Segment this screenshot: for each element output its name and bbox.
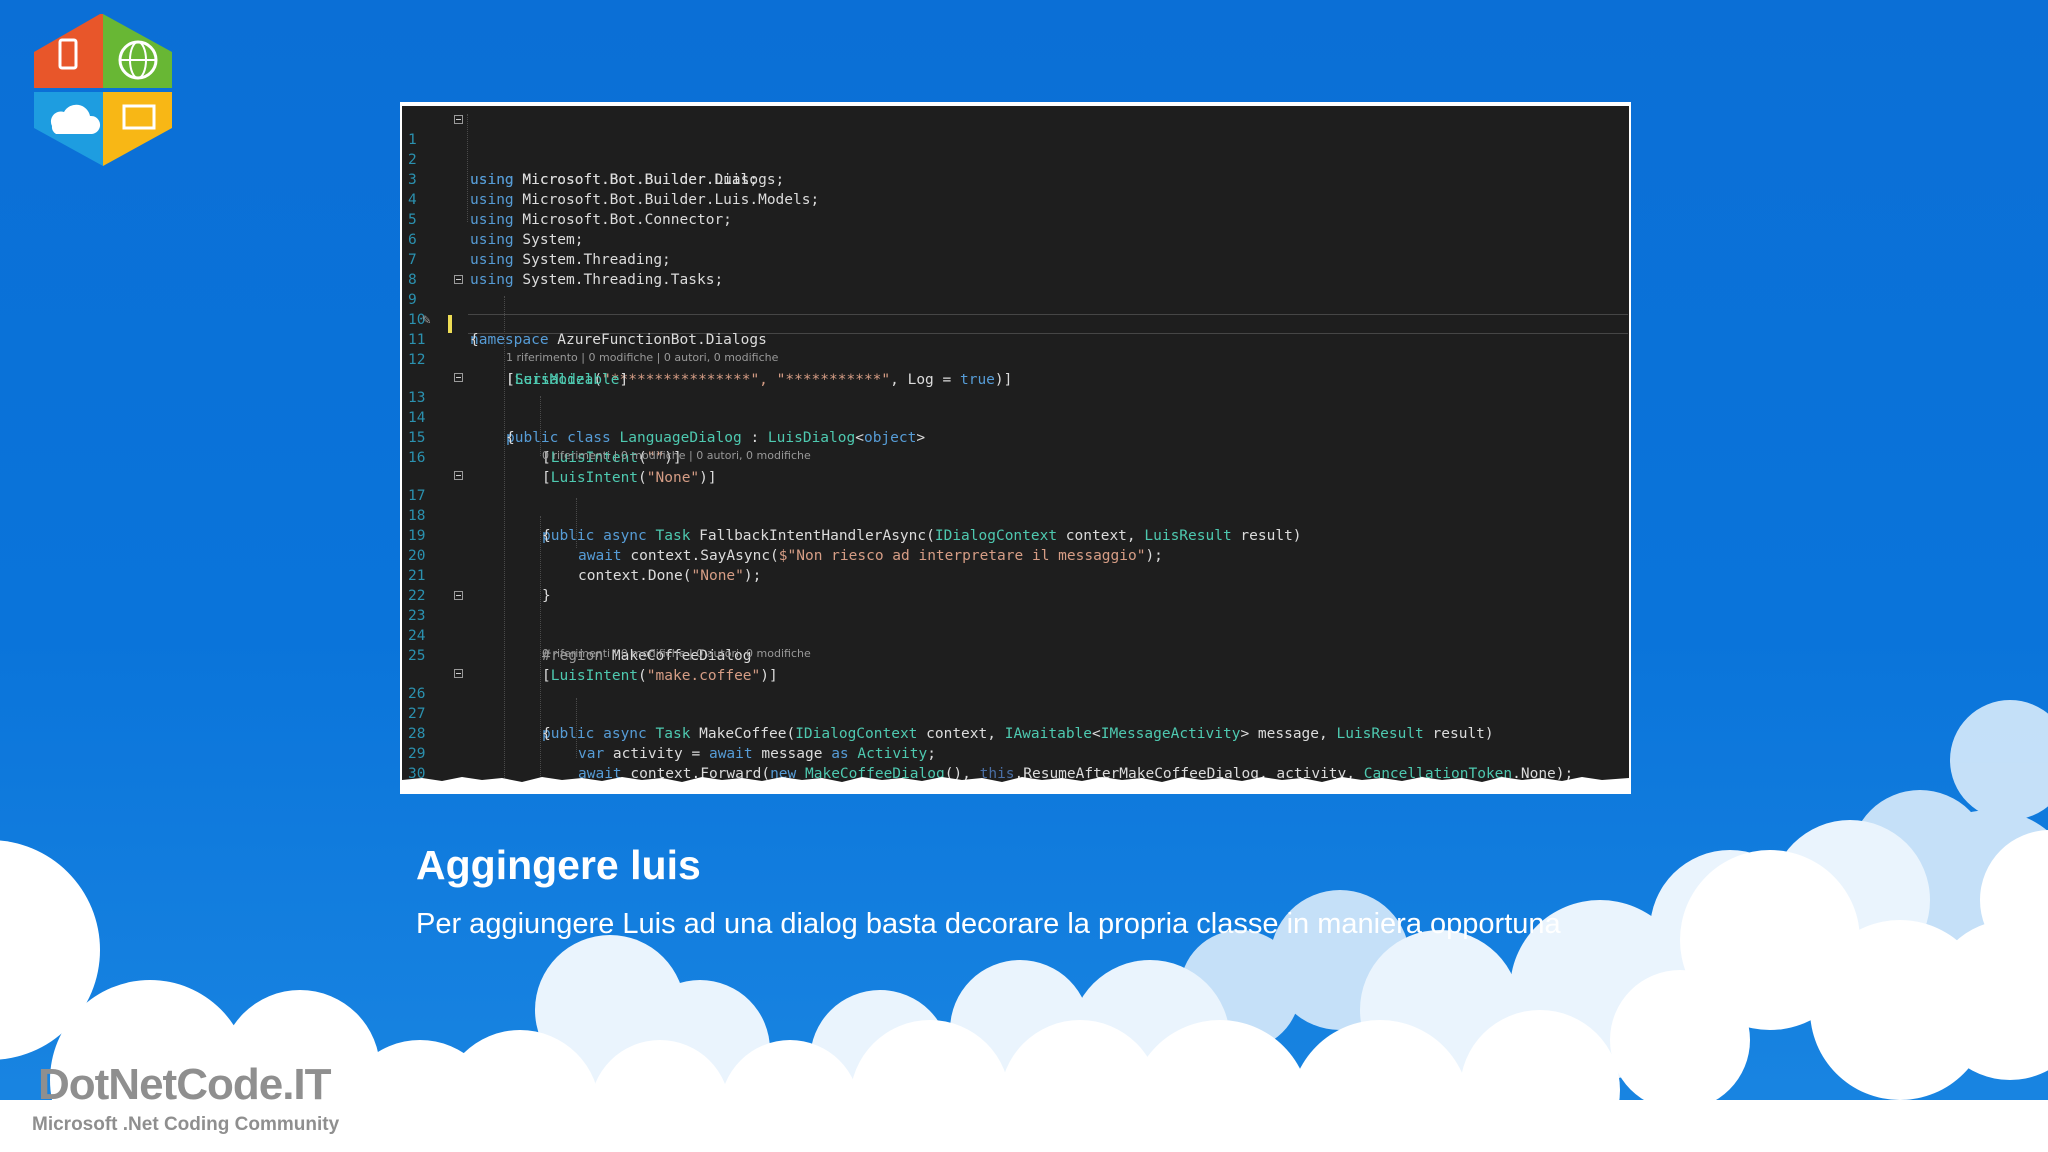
code-line-26: 26 public async Task MakeCoffee(IDialogC… — [402, 664, 1629, 742]
code-line-12: 12 [Serializable] — [402, 330, 1629, 388]
dotnetcode-logo — [34, 14, 172, 166]
code-line-15: 15 [LuisIntent("")] — [402, 408, 1629, 466]
slide-title: Aggingere luis — [416, 842, 701, 888]
code-screenshot: 1 using Microsoft.Bot.Builder.Dialogs; 2… — [400, 102, 1631, 794]
line-number: 12 — [408, 352, 426, 368]
code-line-11: 11 ✎ [LuisModel("****************", "***… — [402, 310, 1629, 388]
code-line-5: 5 using System; — [402, 190, 1629, 248]
code-line-23: 23 #region MakeCoffeeDialog — [402, 586, 1629, 664]
code-line-20: 20 context.Done("None"); — [402, 526, 1629, 584]
code-line-29: 29 await context.Forward(new MakeCoffeeD… — [402, 724, 1629, 782]
slide-subtitle: Per aggiungere Luis ad una dialog basta … — [416, 908, 1561, 940]
edit-pencil-icon[interactable]: ✎ — [422, 310, 431, 330]
collapse-icon[interactable] — [454, 669, 463, 678]
collapse-icon[interactable] — [454, 373, 463, 382]
collapse-icon[interactable] — [454, 275, 463, 284]
code-line-28: 28 var activity = await message as Activ… — [402, 704, 1629, 762]
line-number: 16 — [408, 450, 426, 466]
code-line-6: 6 using System.Threading; — [402, 210, 1629, 268]
code-line-7: 7 using System.Threading.Tasks; — [402, 230, 1629, 288]
code-line-8: 8 — [402, 250, 1629, 288]
code-line-13: 13 public class LanguageDialog : LuisDia… — [402, 368, 1629, 446]
code-line-10: 10 { — [402, 290, 1629, 348]
code-line-19: 19 await context.SayAsync($"Non riesco a… — [402, 506, 1629, 564]
codelens-info[interactable]: 0 riferimenti | 0 modifiche | 0 autori, … — [542, 449, 811, 463]
brand-tagline: Microsoft .Net Coding Community — [32, 1114, 340, 1135]
code-line-21: 21 } — [402, 546, 1629, 604]
code-line-2: 2 using Microsoft.Bot.Builder.Luis; — [402, 130, 1629, 188]
codelens-info[interactable]: 0 riferimenti | 0 modifiche | 0 autori, … — [542, 647, 811, 661]
collapse-icon[interactable] — [454, 471, 463, 480]
code-line-16: 16 [LuisIntent("None")] — [402, 428, 1629, 486]
code-line-25: 25 [LuisIntent("make.coffee")] — [402, 626, 1629, 684]
code-line-30: 30 } — [402, 744, 1629, 782]
collapse-icon[interactable] — [454, 115, 463, 124]
code-line-18: 18 { — [402, 486, 1629, 544]
brand-name: DotNetCode.IT — [38, 1060, 332, 1109]
code-line-24: 24 — [402, 606, 1629, 644]
collapse-icon[interactable] — [454, 591, 463, 600]
code-line-14: 14 { — [402, 388, 1629, 446]
logo-tile-mobile — [34, 14, 103, 88]
line-number: 25 — [408, 648, 426, 664]
code-line-22: 22 — [402, 566, 1629, 604]
torn-edge — [402, 777, 1629, 786]
code-line-27: 27 { — [402, 684, 1629, 742]
code-line-4: 4 using Microsoft.Bot.Connector; — [402, 170, 1629, 228]
code-line-3: 3 using Microsoft.Bot.Builder.Luis.Model… — [402, 150, 1629, 208]
code-line-17: 17 public async Task FallbackIntentHandl… — [402, 466, 1629, 544]
code-editor: 1 using Microsoft.Bot.Builder.Dialogs; 2… — [402, 106, 1629, 786]
code-line-1: 1 using Microsoft.Bot.Builder.Dialogs; — [402, 110, 1629, 188]
code-line-9: 9 namespace AzureFunctionBot.Dialogs — [402, 270, 1629, 348]
codelens-info[interactable]: 1 riferimento | 0 modifiche | 0 autori, … — [506, 351, 778, 365]
